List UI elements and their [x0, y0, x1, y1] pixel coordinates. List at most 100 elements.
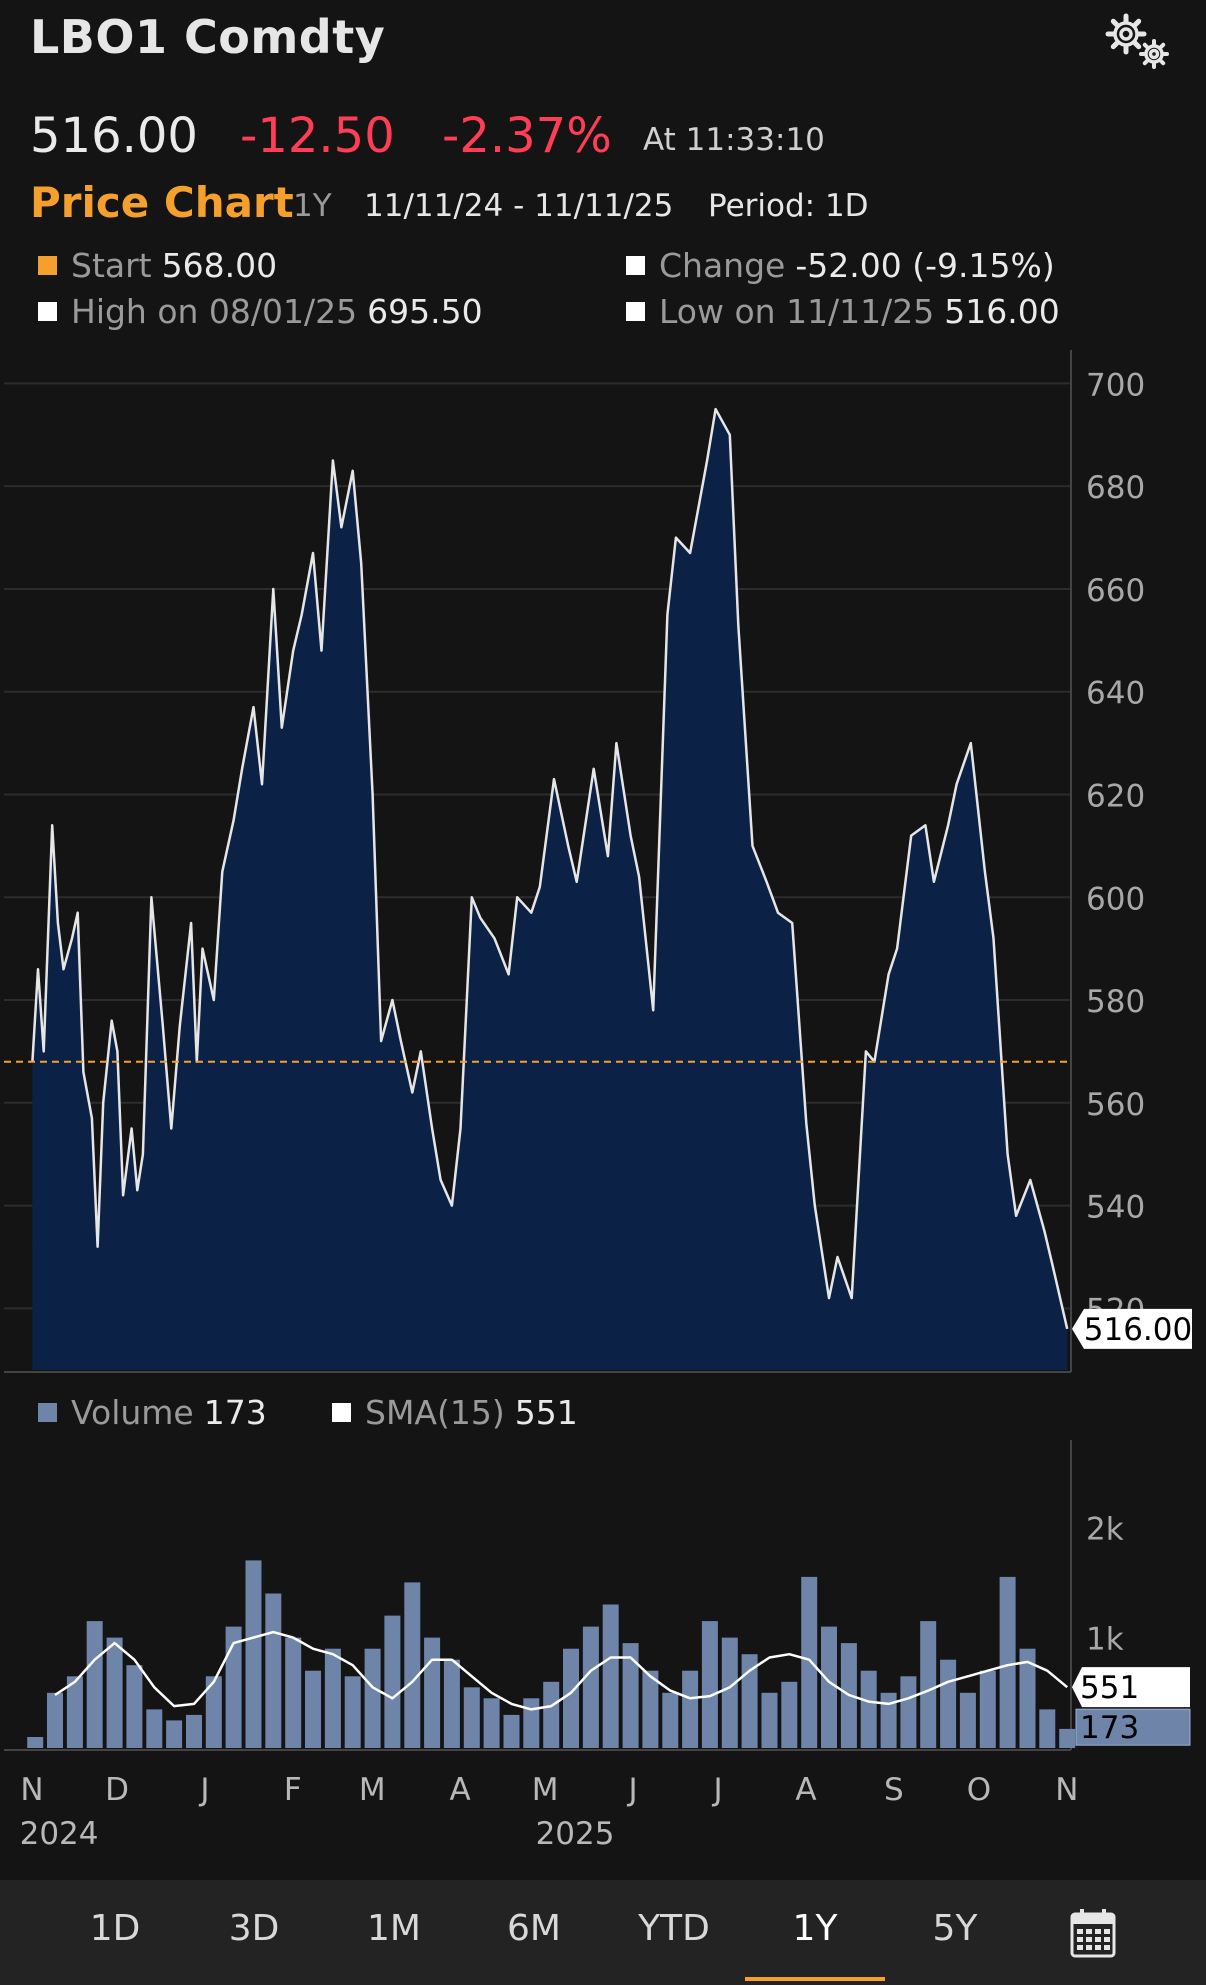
- price-tick-label: 580: [1086, 984, 1145, 1020]
- active-range-indicator: [745, 1977, 885, 1981]
- volume-bar: [265, 1593, 282, 1748]
- volume-bar: [27, 1737, 44, 1748]
- volume-bar: [940, 1659, 957, 1748]
- range-button-3d[interactable]: 3D: [194, 1908, 314, 1949]
- low-marker-icon: [626, 302, 645, 321]
- change-marker-icon: [626, 256, 645, 275]
- volume-bar: [662, 1692, 679, 1748]
- volume-bar: [821, 1626, 837, 1748]
- price-tick-label: 660: [1086, 573, 1145, 609]
- volume-bar: [424, 1637, 441, 1748]
- month-tick-label: N: [1055, 1772, 1078, 1808]
- sma-value-flag-text: 551: [1080, 1670, 1139, 1706]
- volume-bar: [47, 1692, 63, 1748]
- volume-bar: [563, 1648, 579, 1748]
- volume-bar: [682, 1670, 699, 1748]
- volume-bar: [106, 1637, 123, 1748]
- stat-start-value: 568.00: [161, 246, 278, 285]
- stat-start: Start 568.00: [38, 246, 277, 285]
- volume-bar: [979, 1670, 996, 1748]
- range-button-1y[interactable]: 1Y: [755, 1908, 875, 1949]
- volume-value-flag-text: 173: [1080, 1710, 1139, 1746]
- price-area: [32, 409, 1068, 1371]
- volume-bar: [701, 1621, 718, 1748]
- range-button-ytd[interactable]: YTD: [614, 1908, 734, 1949]
- volume-bar: [582, 1626, 599, 1748]
- calendar-icon[interactable]: [1070, 1908, 1116, 1958]
- stat-change-label: Change: [659, 246, 786, 285]
- price-tick-label: 700: [1086, 367, 1145, 403]
- month-tick-label: J: [198, 1772, 209, 1808]
- volume-tick-label: 1k: [1086, 1622, 1124, 1658]
- month-tick-label: D: [105, 1772, 129, 1808]
- volume-bar: [344, 1676, 361, 1748]
- month-tick-label: M: [532, 1772, 559, 1808]
- price-tick-label: 600: [1086, 881, 1145, 917]
- chart-type-label[interactable]: Price Chart: [30, 178, 294, 227]
- year-label: 2024: [20, 1816, 99, 1852]
- volume-bar: [146, 1709, 163, 1748]
- volume-bar: [126, 1665, 143, 1748]
- month-tick-label: A: [449, 1772, 470, 1808]
- volume-bar: [900, 1676, 917, 1748]
- start-marker-icon: [38, 256, 57, 275]
- volume-tick-label: 2k: [1086, 1511, 1124, 1547]
- price-tick-label: 540: [1086, 1190, 1145, 1226]
- price-tick-label: 640: [1086, 676, 1145, 712]
- selected-range-label: 1Y: [293, 188, 332, 224]
- price-tick-label: 620: [1086, 778, 1145, 814]
- high-marker-icon: [38, 302, 57, 321]
- volume-bar: [999, 1576, 1016, 1748]
- stat-start-label: Start: [71, 246, 152, 285]
- volume-bar: [166, 1720, 183, 1748]
- volume-bar: [761, 1692, 778, 1748]
- volume-bar: [602, 1604, 619, 1748]
- stat-high-label: High on 08/01/25: [71, 292, 358, 331]
- last-price: 516.00: [30, 108, 198, 164]
- settings-gears-icon[interactable]: [1100, 8, 1174, 72]
- range-button-5y[interactable]: 5Y: [895, 1908, 1015, 1949]
- stat-low: Low on 11/11/25 516.00: [626, 292, 1060, 331]
- volume-bar: [186, 1714, 202, 1748]
- month-tick-label: J: [626, 1772, 637, 1808]
- volume-bar: [404, 1582, 421, 1748]
- volume-bar: [920, 1621, 937, 1748]
- volume-bar: [463, 1687, 480, 1748]
- month-tick-label: M: [359, 1772, 386, 1808]
- security-title: LBO1 Comdty: [30, 10, 386, 64]
- range-button-1m[interactable]: 1M: [334, 1908, 454, 1949]
- price-volume-chart[interactable]: 520540560580600620640660680700516.001k2k…: [0, 350, 1206, 1880]
- price-tick-label: 680: [1086, 470, 1145, 506]
- stat-change-value: -52.00 (-9.15%): [795, 246, 1055, 285]
- volume-bar: [801, 1576, 818, 1748]
- net-change: -12.50: [240, 108, 395, 164]
- volume-bar: [384, 1615, 401, 1748]
- volume-bar: [642, 1670, 659, 1748]
- volume-bar: [543, 1681, 560, 1748]
- range-selector-bar: 1D 3D 1M 6M YTD 1Y 5Y: [0, 1880, 1206, 1985]
- volume-bar: [443, 1659, 460, 1748]
- volume-bar: [66, 1676, 83, 1748]
- volume-bar: [860, 1670, 877, 1748]
- volume-bar: [523, 1698, 540, 1748]
- last-price-flag-text: 516.00: [1084, 1312, 1192, 1348]
- stat-change: Change -52.00 (-9.15%): [626, 246, 1055, 285]
- month-tick-label: J: [712, 1772, 723, 1808]
- volume-bar: [285, 1637, 302, 1748]
- price-tick-label: 560: [1086, 1087, 1145, 1123]
- stat-low-value: 516.00: [944, 292, 1060, 331]
- month-tick-label: S: [884, 1772, 904, 1808]
- volume-bar: [503, 1714, 520, 1748]
- year-label: 2025: [536, 1816, 615, 1852]
- stat-low-label: Low on 11/11/25: [659, 292, 935, 331]
- stat-high-value: 695.50: [367, 292, 483, 331]
- month-tick-label: O: [967, 1772, 991, 1808]
- volume-bar: [245, 1560, 262, 1748]
- volume-bar: [324, 1648, 341, 1748]
- month-tick-label: N: [20, 1772, 43, 1808]
- range-button-1d[interactable]: 1D: [55, 1908, 175, 1949]
- range-button-6m[interactable]: 6M: [474, 1908, 594, 1949]
- volume-bar: [959, 1692, 976, 1748]
- period-label: Period: 1D: [708, 188, 869, 224]
- date-range: 11/11/24 - 11/11/25: [364, 188, 674, 224]
